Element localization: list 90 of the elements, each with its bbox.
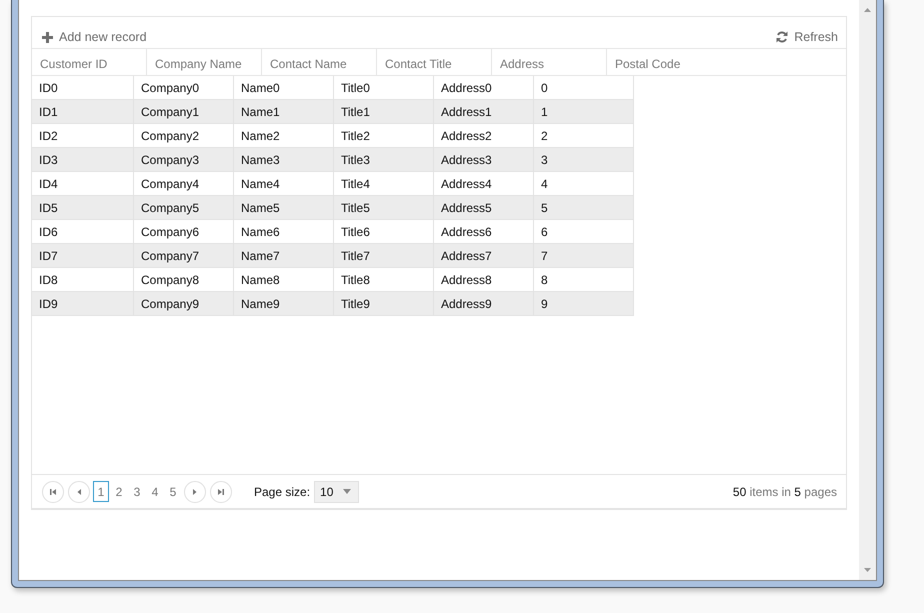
table-cell: Address8 (434, 268, 534, 291)
table-cell: Title8 (334, 268, 434, 291)
table-cell: Address4 (434, 172, 534, 195)
table-cell: Address1 (434, 100, 534, 123)
table-cell: Company6 (134, 220, 234, 243)
table-cell: Company2 (134, 124, 234, 147)
table-cell: Company8 (134, 268, 234, 291)
page-size-dropdown[interactable]: 10 (314, 480, 360, 502)
table-cell: Address2 (434, 124, 534, 147)
table-cell: ID1 (32, 100, 134, 123)
table-cell: ID2 (32, 124, 134, 147)
table-cell: Title7 (334, 244, 434, 267)
scroll-down-icon[interactable] (864, 568, 871, 572)
next-icon (191, 488, 199, 496)
table-cell: Address0 (434, 76, 534, 99)
next-page-button[interactable] (184, 480, 206, 502)
pager-summary: 50 items in 5 pages (732, 484, 837, 498)
table-cell: 1 (534, 100, 634, 123)
table-cell: Company7 (134, 244, 234, 267)
table-cell: Title9 (334, 292, 434, 315)
page-button[interactable]: 1 (93, 481, 109, 502)
table-cell: ID8 (32, 268, 134, 291)
page-button[interactable]: 4 (147, 481, 163, 502)
table-cell: Title3 (334, 148, 434, 171)
table-cell: Name5 (234, 196, 334, 219)
table-cell: Name8 (234, 268, 334, 291)
table-cell: Name7 (234, 244, 334, 267)
table-cell: 6 (534, 220, 634, 243)
refresh-icon (776, 31, 788, 43)
table-cell: 4 (534, 172, 634, 195)
add-record-button[interactable]: Add new record (42, 30, 147, 44)
table-cell: 0 (534, 76, 634, 99)
page-button[interactable]: 2 (111, 481, 127, 502)
table-cell: 3 (534, 148, 634, 171)
last-page-icon (217, 488, 225, 496)
column-header[interactable]: Address (492, 49, 607, 75)
table-cell: Company3 (134, 148, 234, 171)
column-header[interactable]: Customer ID (32, 49, 147, 75)
previous-icon (75, 488, 83, 496)
previous-page-button[interactable] (68, 480, 90, 502)
table-cell: Name9 (234, 292, 334, 315)
page-button[interactable]: 5 (165, 481, 181, 502)
table-cell: 5 (534, 196, 634, 219)
first-page-icon (49, 488, 57, 496)
table-cell: Name3 (234, 148, 334, 171)
table-cell: Name4 (234, 172, 334, 195)
refresh-button[interactable]: Refresh (776, 30, 838, 44)
table-cell: Address9 (434, 292, 534, 315)
table-cell: 2 (534, 124, 634, 147)
table-cell: Company0 (134, 76, 234, 99)
table-cell: ID4 (32, 172, 134, 195)
first-page-button[interactable] (42, 480, 64, 502)
column-header[interactable]: Contact Name (262, 49, 377, 75)
table-cell: Company5 (134, 196, 234, 219)
table-cell: Address3 (434, 148, 534, 171)
column-header[interactable]: Company Name (147, 49, 262, 75)
table-cell: ID6 (32, 220, 134, 243)
page-size-label: Page size: (254, 484, 310, 498)
table-cell: ID5 (32, 196, 134, 219)
table-cell: Address7 (434, 244, 534, 267)
table-cell: Title4 (334, 172, 434, 195)
table-cell: 9 (534, 292, 634, 315)
table-cell: ID9 (32, 292, 134, 315)
column-header[interactable]: Contact Title (377, 49, 492, 75)
table-cell: Name0 (234, 76, 334, 99)
table-cell: Title2 (334, 124, 434, 147)
table-cell: Address6 (434, 220, 534, 243)
table-cell: 8 (534, 268, 634, 291)
table-cell: ID7 (32, 244, 134, 267)
table-cell: Company4 (134, 172, 234, 195)
caret-icon (343, 489, 352, 494)
table-cell: Name1 (234, 100, 334, 123)
table-cell: Address5 (434, 196, 534, 219)
scroll-up-icon[interactable] (864, 8, 871, 12)
table-cell: Title6 (334, 220, 434, 243)
table-cell: Title0 (334, 76, 434, 99)
table-cell: Name6 (234, 220, 334, 243)
column-header[interactable]: Postal Code (607, 49, 846, 75)
table-cell: Title1 (334, 100, 434, 123)
page-button[interactable]: 3 (129, 481, 145, 502)
table-cell: 7 (534, 244, 634, 267)
last-page-button[interactable] (210, 480, 232, 502)
table-cell: Company9 (134, 292, 234, 315)
table-cell: Name2 (234, 124, 334, 147)
table-cell: Title5 (334, 196, 434, 219)
plus-icon (42, 32, 53, 42)
table-cell: ID0 (32, 76, 134, 99)
table-cell: Company1 (134, 100, 234, 123)
vertical-scrollbar[interactable] (859, 0, 876, 580)
table-cell: ID3 (32, 148, 134, 171)
